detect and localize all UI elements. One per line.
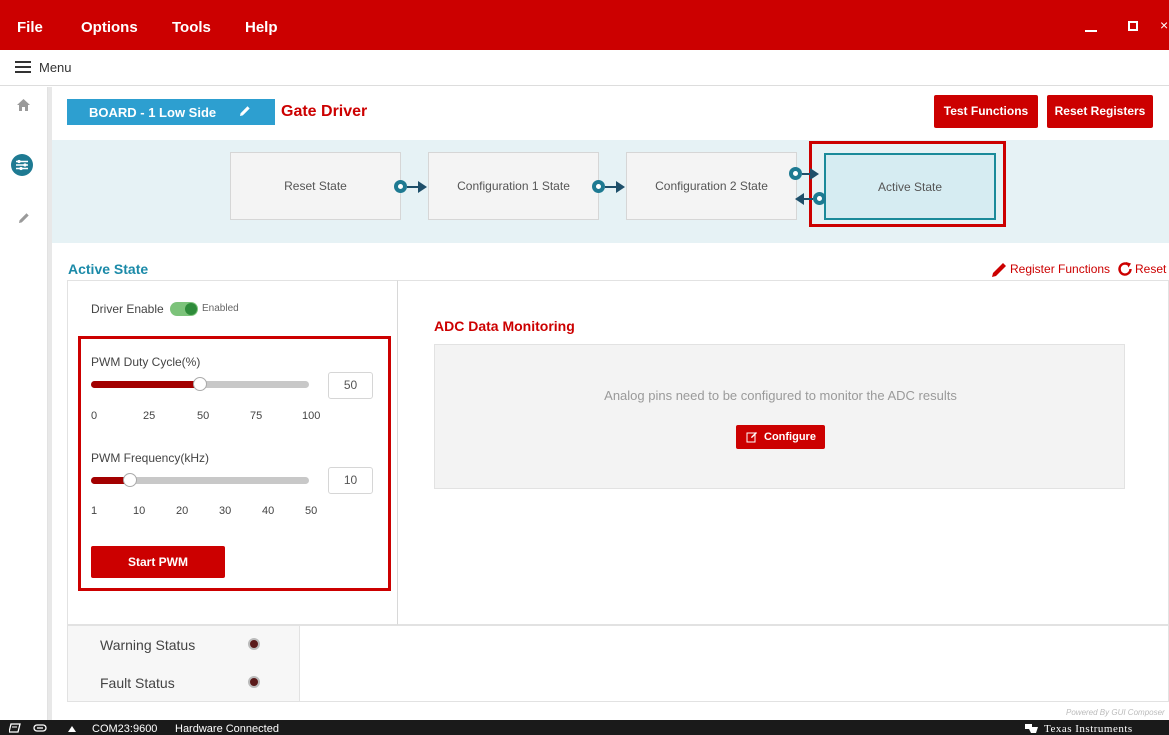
test-functions-button[interactable]: Test Functions [934,95,1038,128]
connection-status: Hardware Connected [175,723,279,735]
maximize-button[interactable] [1128,21,1138,31]
pencil-icon[interactable] [990,261,1008,279]
menu-options[interactable]: Options [81,19,138,36]
sliders-icon[interactable] [11,154,33,176]
pwm-frequency-slider[interactable] [91,473,309,487]
home-icon[interactable] [16,98,31,112]
tick-label: 25 [143,410,156,422]
pwm-duty-input[interactable]: 50 [328,372,373,399]
connection-icon[interactable] [9,723,21,733]
hamburger-icon[interactable] [15,61,31,73]
page-title: Gate Driver [281,103,368,120]
menu-bar: File Options Tools Help × [0,0,1169,50]
pwm-frequency-label: PWM Frequency(kHz) [91,451,210,465]
start-pwm-button[interactable]: Start PWM [91,546,225,578]
tick-label: 30 [219,505,232,517]
pwm-duty-thumb[interactable] [193,377,207,391]
state-config-2[interactable]: Configuration 2 State [626,152,797,220]
adc-placeholder: Analog pins need to be configured to mon… [434,344,1125,489]
edit-icon [746,432,757,443]
menu-file[interactable]: File [17,19,43,36]
pwm-frequency-input[interactable]: 10 [328,467,373,494]
tick-label: 100 [302,410,321,422]
transition-node [789,167,802,180]
active-state-highlight [809,141,1006,227]
pwm-duty-slider[interactable] [91,377,309,391]
register-functions-link[interactable]: Register Functions [1010,262,1110,276]
menu-tools[interactable]: Tools [172,19,211,36]
reset-registers-button[interactable]: Reset Registers [1047,95,1153,128]
transition-node [813,192,826,205]
port-label: COM23:9600 [92,723,158,735]
arrow-right-icon [418,181,427,193]
reset-link[interactable]: Reset [1135,262,1166,276]
driver-enable-state: Enabled [202,303,239,314]
refresh-icon[interactable] [1117,261,1133,277]
tick-label: 75 [250,410,263,422]
pencil-icon[interactable] [17,211,31,225]
pwm-duty-fill [91,381,200,388]
configure-label: Configure [764,431,816,443]
transition-node [394,180,407,193]
state-config-1[interactable]: Configuration 1 State [428,152,599,220]
close-button[interactable]: × [1160,17,1168,33]
menu-row [0,50,1169,86]
tick-label: 0 [91,410,98,422]
ti-logo-icon [1025,724,1038,733]
link-icon[interactable] [33,723,47,733]
pwm-duty-label: PWM Duty Cycle(%) [91,355,201,369]
menu-help[interactable]: Help [245,19,278,36]
board-tab[interactable]: BOARD - 1 Low Side [67,99,275,125]
minimize-button[interactable] [1085,30,1097,32]
board-label: BOARD - 1 Low Side [89,105,217,120]
tick-label: 10 [133,505,146,517]
sidebar [0,87,48,720]
tick-label: 20 [176,505,189,517]
fault-status-label: Fault Status [100,675,175,691]
adc-message: Analog pins need to be configured to mon… [604,388,957,403]
driver-enable-toggle[interactable] [170,302,198,316]
menu-label[interactable]: Menu [39,60,72,75]
tick-label: 40 [262,505,275,517]
tick-label: 1 [91,505,98,517]
configure-button[interactable]: Configure [736,425,825,449]
transition-line [803,198,813,200]
edit-icon[interactable] [238,104,252,118]
state-reset[interactable]: Reset State [230,152,401,220]
warning-status-label: Warning Status [100,637,196,653]
arrow-right-icon [616,181,625,193]
driver-enable-label: Driver Enable [91,302,164,316]
arrow-right-icon [810,168,819,180]
section-title: Active State [68,261,149,277]
transition-node [592,180,605,193]
adc-title: ADC Data Monitoring [434,318,575,334]
powered-by: Powered By GUI Composer [1066,708,1165,717]
tick-label: 50 [305,505,318,517]
tick-label: 50 [197,410,210,422]
brand-name: Texas Instruments [1044,723,1133,735]
caret-up-icon[interactable] [68,726,76,732]
warning-status-led [248,638,260,650]
fault-status-led [248,676,260,688]
